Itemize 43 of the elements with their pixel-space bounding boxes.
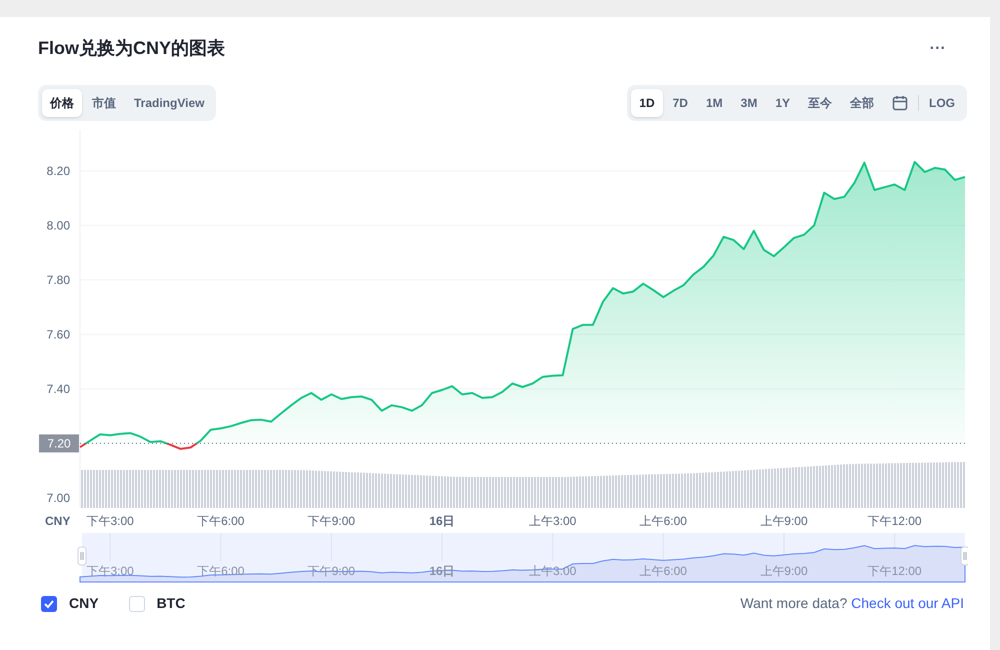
time-range-tab[interactable]: 1D [631,89,663,117]
legend-label: CNY [69,594,99,613]
axis-label: 上午3:00 [529,514,576,528]
time-range-tab[interactable]: 1M [698,89,731,117]
checkbox[interactable] [128,596,145,612]
time-range-tab[interactable]: 1Y [767,89,798,117]
api-link[interactable]: Check out our API [851,595,964,611]
range-handle[interactable] [960,546,968,566]
checkbox[interactable] [41,596,57,612]
baseline-price-badge: 7.20 [39,434,79,452]
chart-view-tab[interactable]: 价格 [42,89,82,117]
chart-view-tab[interactable]: TradingView [126,89,212,117]
axis-label: 8.20 [46,164,70,178]
navigator-label: 下午3:00 [86,564,134,578]
navigator-label: 下午12:00 [868,564,922,578]
ref-line-label: 7.20 [47,436,71,450]
axis-label: 下午6:00 [197,514,244,528]
legend-label: BTC [156,594,186,613]
axis-label: 16日 [429,514,455,528]
axis-label: 下午3:00 [86,514,134,528]
axis-label: 7.40 [46,382,70,396]
axis-label: 7.80 [46,272,70,287]
axis-label: 下午9:00 [308,514,356,528]
navigator-label: 上午9:00 [760,564,808,578]
axis-label: 上午6:00 [640,514,687,528]
log-scale-button[interactable]: LOG [921,89,963,117]
navigator-label: 上午6:00 [640,564,687,578]
time-range-tab[interactable]: 全部 [842,89,882,117]
axis-label: 8.00 [46,218,70,232]
axis-label: 上午9:00 [760,514,808,528]
time-range-tab[interactable]: 7D [664,89,696,117]
more-button[interactable]: ... [930,37,946,59]
chart-title: Flow兑换为CNY的图表 [38,36,225,60]
axis-label: 7.60 [46,327,70,342]
time-range-tab[interactable]: 至今 [800,89,840,117]
chart-view-tab[interactable]: 市值 [84,89,124,117]
range-handle[interactable] [78,546,86,566]
checkmark-icon [43,598,55,610]
time-range-tab[interactable]: 3M [732,89,766,117]
currency-label: CNY [45,514,70,528]
api-promo-text: Want more data? Check out our API [740,594,964,613]
axis-label: 7.00 [46,490,70,505]
axis-label: 下午12:00 [868,514,922,528]
